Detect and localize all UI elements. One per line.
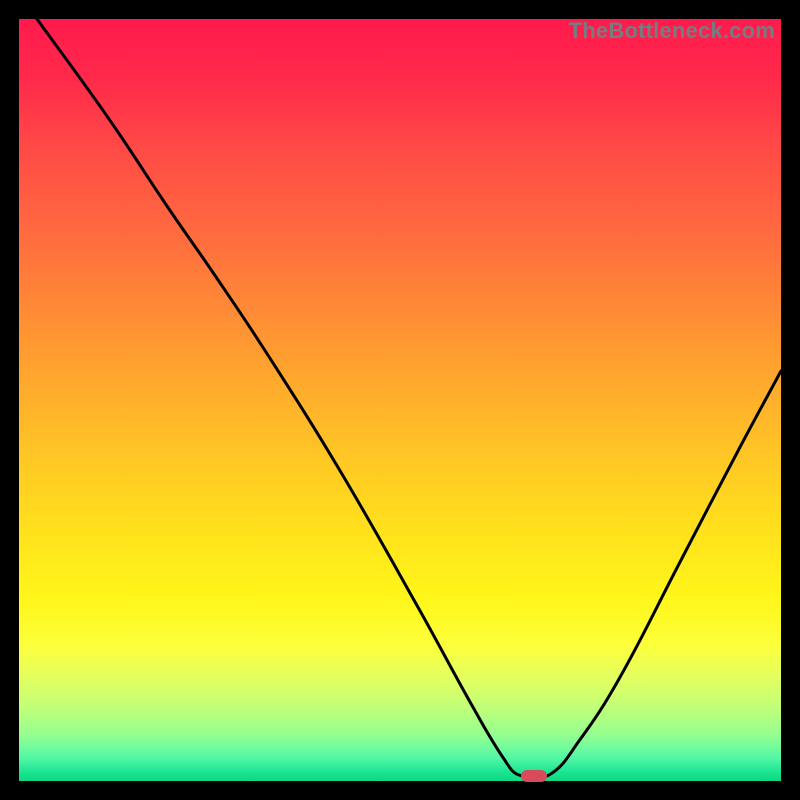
plot-area bbox=[19, 19, 781, 781]
optimum-marker bbox=[521, 770, 547, 782]
chart-frame: TheBottleneck.com bbox=[19, 19, 781, 781]
watermark-text: TheBottleneck.com bbox=[569, 18, 775, 44]
bottleneck-curve bbox=[19, 19, 781, 781]
